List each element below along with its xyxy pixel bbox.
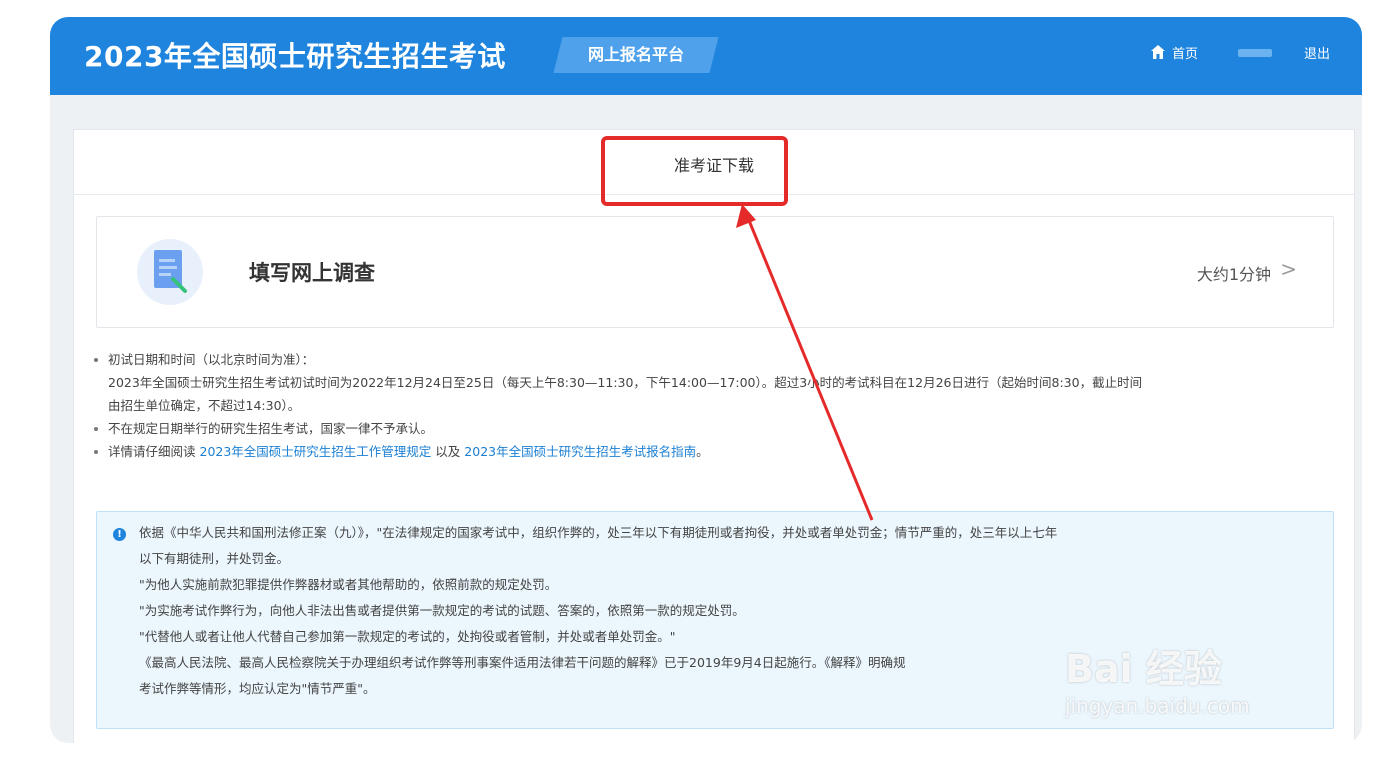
info-icon: !: [113, 528, 126, 541]
top-navigation-bar: 2023年全国硕士研究生招生考试 网上报名平台 首页 退出: [50, 17, 1362, 95]
survey-icon: [137, 239, 203, 305]
note-exam-time-detail-a: 2023年全国硕士研究生招生考试初试时间为2022年12月24日至25日（每天上…: [108, 375, 1143, 390]
warning-line: "为他人实施前款犯罪提供作弊器材或者其他帮助的，依照前款的规定处罚。: [139, 577, 558, 592]
management-rules-link[interactable]: 2023年全国硕士研究生招生工作管理规定: [200, 444, 432, 459]
watermark-logo-text: Bai 经验: [1065, 647, 1222, 691]
nav-user-name-redacted[interactable]: [1238, 49, 1272, 57]
home-icon[interactable]: [1150, 44, 1166, 60]
exam-notes: 初试日期和时间（以北京时间为准）： 2023年全国硕士研究生招生考试初试时间为2…: [92, 348, 1342, 463]
nav-home-link[interactable]: 首页: [1172, 43, 1198, 62]
baidu-jingyan-watermark: Bai 经验 jingyan.baidu.com: [1065, 600, 1325, 725]
watermark-url: jingyan.baidu.com: [1065, 694, 1250, 718]
online-survey-entry[interactable]: 填写网上调查 大约1分钟 >: [96, 216, 1334, 328]
note-reading-suffix: 。: [696, 444, 709, 459]
note-reading: 详情请仔细阅读 2023年全国硕士研究生招生工作管理规定 以及 2023年全国硕…: [92, 440, 1342, 463]
warning-line: 以下有期徒刑，并处罚金。: [139, 551, 290, 566]
note-reading-mid: 以及: [435, 444, 461, 459]
survey-title: 填写网上调查: [249, 261, 375, 285]
survey-document-icon: [154, 250, 187, 293]
nav-logout-link[interactable]: 退出: [1304, 43, 1330, 62]
note-exam-time-detail-b: 由招生单位确定，不超过14:30）。: [108, 398, 301, 413]
chevron-right-icon: >: [1280, 257, 1297, 281]
annotation-highlight-box: [601, 136, 788, 206]
platform-tag: 网上报名平台: [553, 37, 719, 73]
site-title: 2023年全国硕士研究生招生考试: [84, 40, 506, 73]
platform-tag-label: 网上报名平台: [587, 45, 684, 64]
warning-line: 依据《中华人民共和国刑法修正案（九）》，"在法律规定的国家考试中，组织作弊的，处…: [139, 525, 1058, 540]
survey-duration: 大约1分钟: [1196, 265, 1271, 284]
note-reading-prefix: 详情请仔细阅读: [108, 444, 196, 459]
note-exam-time-title: 初试日期和时间（以北京时间为准）：: [92, 348, 1342, 371]
registration-guide-link[interactable]: 2023年全国硕士研究生招生考试报名指南: [464, 444, 696, 459]
note-recognition: 不在规定日期举行的研究生招生考试，国家一律不予承认。: [92, 417, 1342, 440]
